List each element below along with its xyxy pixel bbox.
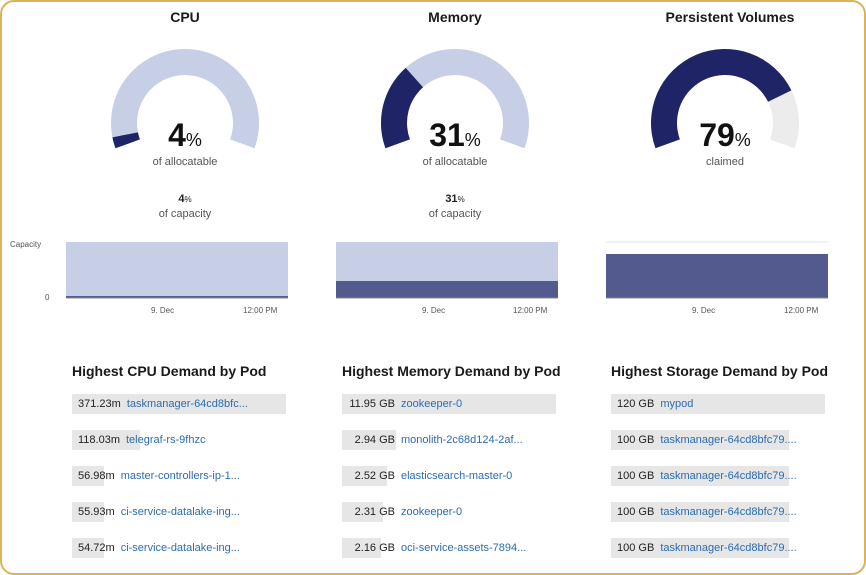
storage-demand-title: Highest Storage Demand by Pod [611, 363, 829, 379]
memory-percent-unit: % [464, 130, 481, 150]
cpu-percent-value: 4 [168, 117, 186, 153]
cpu-demand-title: Highest CPU Demand by Pod [72, 363, 267, 379]
pv-gauge-readout: 79% claimed [665, 118, 785, 168]
memory-usage-area [336, 281, 558, 298]
pod-link[interactable]: taskmanager-64cd8bfc79.... [660, 542, 796, 554]
demand-value: 2.94 GB [354, 434, 395, 446]
demand-value: 118.03m [78, 434, 120, 446]
demand-value: 100 GB [617, 506, 655, 518]
cpu-demand-row[interactable]: 371.23m taskmanager-64cd8bfc... [72, 394, 286, 414]
pod-link[interactable]: taskmanager-64cd8bfc79.... [660, 434, 796, 446]
pod-link[interactable]: taskmanager-64cd8bfc... [127, 398, 248, 410]
storage-demand-row[interactable]: 120 GB mypod [611, 394, 825, 414]
demand-value: 2.31 GB [354, 506, 395, 518]
pv-x-label-time: 12:00 PM [784, 306, 819, 315]
pv-usage-chart [606, 241, 828, 299]
memory-demand-row[interactable]: 2.16 GB oci-service-assets-7894... [342, 538, 556, 558]
memory-demand-row[interactable]: 2.31 GB zookeeper-0 [342, 502, 556, 522]
storage-demand-row[interactable]: 100 GB taskmanager-64cd8bfc79.... [611, 538, 825, 558]
demand-value: 100 GB [617, 434, 655, 446]
demand-value: 100 GB [617, 542, 655, 554]
pod-link[interactable]: taskmanager-64cd8bfc79.... [660, 470, 796, 482]
cpu-demand-row[interactable]: 55.93m ci-service-datalake-ing... [72, 502, 286, 522]
pod-link[interactable]: telegraf-rs-9fhzc [126, 434, 205, 446]
cpu-capacity-area [66, 242, 288, 298]
memory-x-label-time: 12:00 PM [513, 306, 548, 315]
memory-demand-row[interactable]: 2.94 GB monolith-2c68d124-2af... [342, 430, 556, 450]
memory-capacity-unit: % [457, 195, 465, 204]
memory-percent-value: 31 [429, 117, 465, 153]
y-label-zero: 0 [45, 293, 50, 302]
memory-capacity: 31% of capacity [385, 192, 525, 221]
pv-x-label-date: 9. Dec [692, 306, 716, 315]
memory-x-label-date: 9. Dec [422, 306, 446, 315]
memory-demand-row[interactable]: 11.95 GB zookeeper-0 [342, 394, 556, 414]
pv-percent-value: 79 [699, 117, 735, 153]
pod-link[interactable]: master-controllers-ip-1... [121, 470, 240, 482]
cpu-demand-row[interactable]: 56.98m master-controllers-ip-1... [72, 466, 286, 486]
demand-value: 11.95 GB [349, 398, 395, 410]
storage-demand-row[interactable]: 100 GB taskmanager-64cd8bfc79.... [611, 430, 825, 450]
cpu-x-label-time: 12:00 PM [243, 306, 278, 315]
cpu-demand-row[interactable]: 118.03m telegraf-rs-9fhzc [72, 430, 286, 450]
pv-usage-area [606, 254, 828, 298]
pod-link[interactable]: elasticsearch-master-0 [401, 470, 512, 482]
memory-gauge-readout: 31% of allocatable [395, 118, 515, 168]
memory-demand-title: Highest Memory Demand by Pod [342, 363, 561, 379]
memory-capacity-value: 31 [445, 193, 458, 205]
cpu-demand-row[interactable]: 54.72m ci-service-datalake-ing... [72, 538, 286, 558]
cpu-capacity: 4% of capacity [115, 192, 255, 221]
pod-link[interactable]: oci-service-assets-7894... [401, 542, 526, 554]
storage-demand-row[interactable]: 100 GB taskmanager-64cd8bfc79.... [611, 466, 825, 486]
cpu-x-label-date: 9. Dec [151, 306, 175, 315]
memory-gauge-caption: of allocatable [422, 156, 488, 168]
demand-value: 2.52 GB [354, 470, 395, 482]
demand-value: 120 GB [617, 398, 655, 410]
cpu-gauge-caption: of allocatable [152, 156, 218, 168]
pod-link[interactable]: zookeeper-0 [401, 398, 462, 410]
memory-usage-chart [336, 242, 558, 299]
pod-link[interactable]: mypod [660, 398, 693, 410]
cpu-title: CPU [170, 9, 200, 25]
cpu-gauge-readout: 4% of allocatable [125, 118, 245, 168]
demand-value: 54.72m [78, 542, 115, 554]
y-label-capacity: Capacity [10, 240, 42, 249]
pv-percent-unit: % [734, 130, 751, 150]
pv-gauge-caption: claimed [706, 156, 744, 168]
memory-demand-row[interactable]: 2.52 GB elasticsearch-master-0 [342, 466, 556, 486]
demand-value: 100 GB [617, 470, 655, 482]
demand-value: 2.16 GB [354, 542, 395, 554]
memory-capacity-label: of capacity [428, 208, 482, 220]
storage-demand-row[interactable]: 100 GB taskmanager-64cd8bfc79.... [611, 502, 825, 522]
pod-link[interactable]: ci-service-datalake-ing... [121, 542, 240, 554]
pv-title: Persistent Volumes [665, 9, 795, 25]
cpu-usage-chart [66, 242, 288, 299]
cpu-capacity-unit: % [184, 195, 192, 204]
memory-title: Memory [428, 9, 482, 25]
demand-value: 371.23m [78, 398, 121, 410]
demand-value: 55.93m [78, 506, 115, 518]
cpu-capacity-label: of capacity [158, 208, 212, 220]
pod-link[interactable]: zookeeper-0 [401, 506, 462, 518]
pod-link[interactable]: taskmanager-64cd8bfc79.... [660, 506, 796, 518]
demand-value: 56.98m [78, 470, 115, 482]
pod-link[interactable]: ci-service-datalake-ing... [121, 506, 240, 518]
pod-link[interactable]: monolith-2c68d124-2af... [401, 434, 523, 446]
cpu-percent-unit: % [185, 130, 202, 150]
